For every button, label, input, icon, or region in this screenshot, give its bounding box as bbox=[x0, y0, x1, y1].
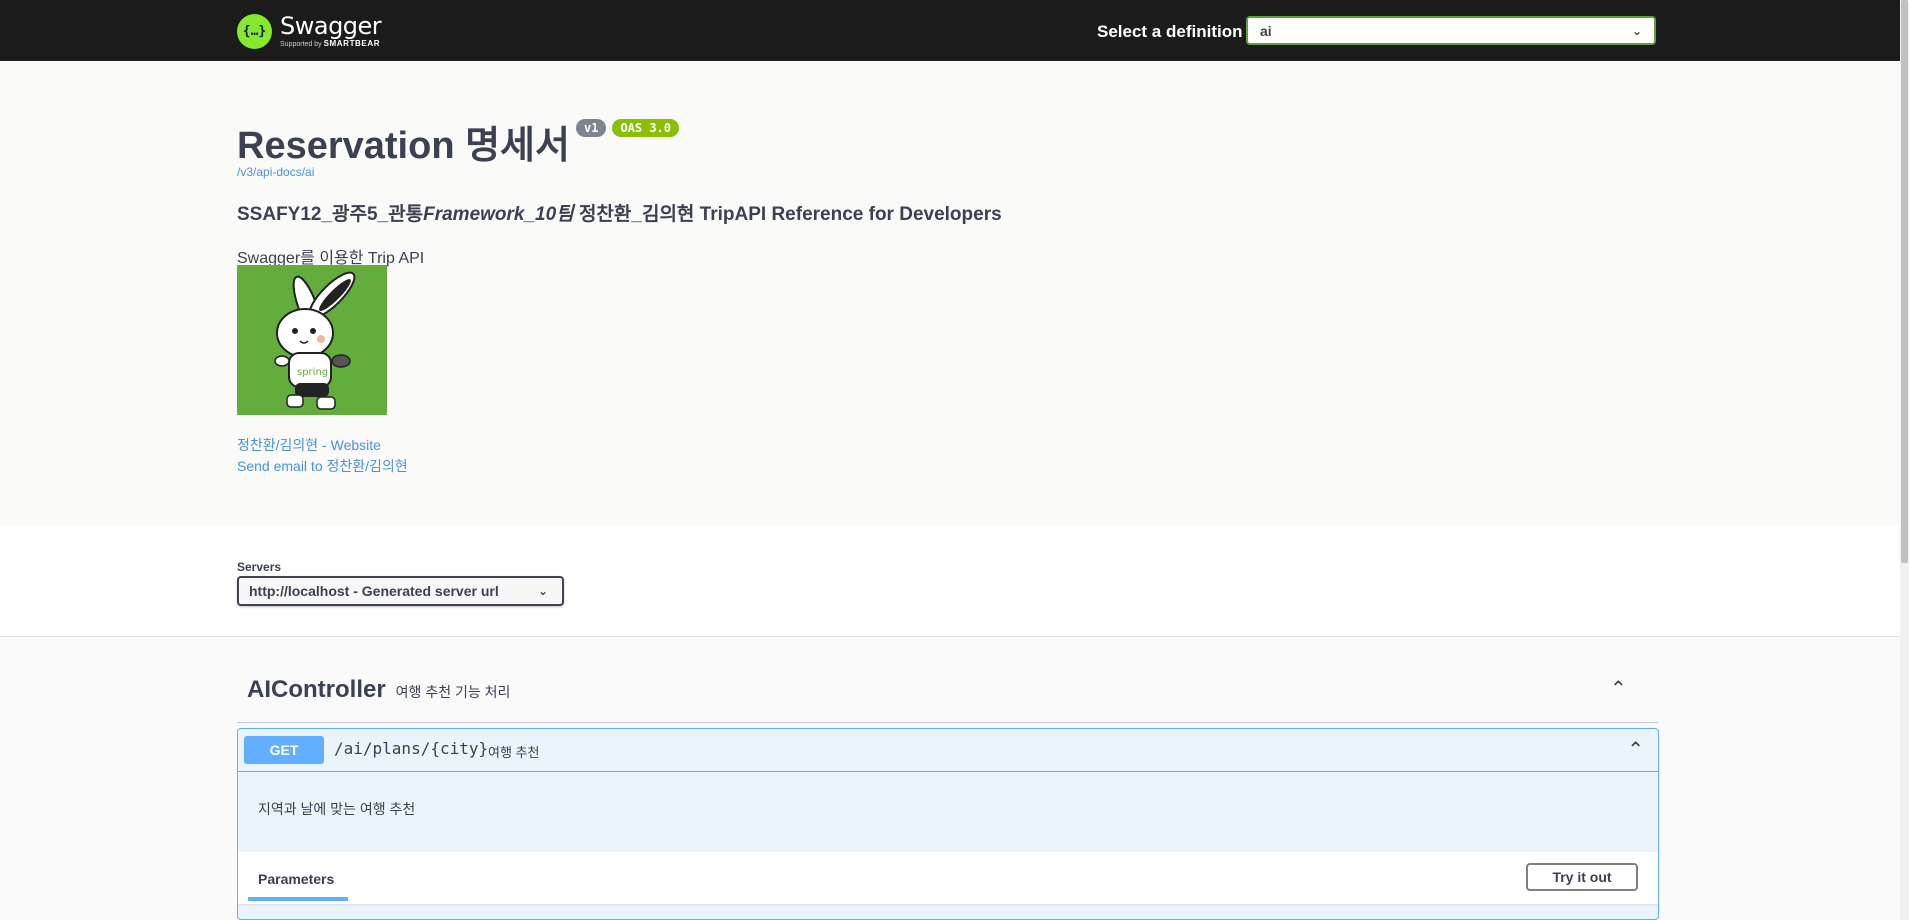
chevron-up-icon[interactable]: ⌃ bbox=[1610, 676, 1627, 701]
top-bar: {…} Swagger Supported by SMARTBEAR Selec… bbox=[0, 0, 1900, 61]
title-row: Reservation 명세서 v1 OAS 3.0 bbox=[237, 114, 680, 169]
description-title-post: 정찬환_김의현 TripAPI Reference for Developers bbox=[573, 204, 1002, 225]
definition-value: ai bbox=[1260, 22, 1272, 39]
try-it-out-button[interactable]: Try it out bbox=[1526, 863, 1638, 891]
logo-name: Swagger bbox=[280, 12, 382, 40]
servers-label: Servers bbox=[237, 560, 282, 574]
description-title-italic: Framework_10팀 bbox=[423, 204, 574, 225]
chevron-up-icon[interactable]: ⌃ bbox=[1627, 737, 1644, 762]
tag-divider bbox=[237, 722, 1658, 723]
info-section: Reservation 명세서 v1 OAS 3.0 /v3/api-docs/… bbox=[0, 61, 1900, 526]
swagger-logo-icon: {…} bbox=[237, 13, 272, 49]
scrollbar-thumb[interactable] bbox=[1901, 0, 1908, 563]
version-badge: v1 bbox=[575, 119, 607, 137]
tab-underline bbox=[248, 897, 348, 901]
logo-sub-brand: SMARTBEAR bbox=[323, 39, 381, 48]
spring-rabbit-mascot-image: spring bbox=[237, 265, 387, 415]
chevron-down-icon: ⌄ bbox=[1631, 23, 1642, 38]
chevron-down-icon: ⌄ bbox=[537, 584, 548, 598]
contact-email-link[interactable]: Send email to 정찬환/김의현 bbox=[237, 456, 408, 476]
definition-label: Select a definition bbox=[1097, 22, 1243, 41]
logo-text: Swagger Supported by SMARTBEAR bbox=[280, 12, 382, 49]
operation-block: GET /ai/plans/{city} 여행 추천 ⌃ 지역과 날에 맞는 여… bbox=[237, 728, 1659, 920]
tag-description: 여행 추천 기능 처리 bbox=[395, 684, 511, 700]
oas-badge: OAS 3.0 bbox=[612, 119, 680, 137]
operation-path: /ai/plans/{city} bbox=[334, 739, 489, 758]
description-title: SSAFY12_광주5_관통Framework_10팀 정찬환_김의현 Trip… bbox=[237, 199, 1002, 226]
contact-website-link[interactable]: 정찬환/김의현 - Website bbox=[237, 435, 381, 455]
page-title: Reservation 명세서 bbox=[237, 125, 570, 167]
tag-name: AIController bbox=[247, 676, 386, 703]
server-value: http://localhost - Generated server url bbox=[249, 583, 499, 599]
description-title-pre: SSAFY12_광주5_관통 bbox=[237, 204, 424, 225]
logo-sub-prefix: Supported by bbox=[280, 41, 322, 48]
api-docs-link[interactable]: /v3/api-docs/ai bbox=[237, 165, 314, 179]
swagger-logo[interactable]: {…} Swagger Supported by SMARTBEAR bbox=[237, 11, 382, 51]
operation-summary[interactable]: GET /ai/plans/{city} 여행 추천 ⌃ bbox=[238, 729, 1658, 772]
operation-description: 지역과 날에 맞는 여행 추천 bbox=[258, 801, 416, 817]
operation-summary-text: 여행 추천 bbox=[488, 745, 540, 760]
method-badge: GET bbox=[244, 736, 324, 764]
definition-select[interactable]: ai ⌄ bbox=[1246, 16, 1656, 45]
svg-text:spring: spring bbox=[297, 367, 328, 378]
vertical-scrollbar[interactable] bbox=[1900, 0, 1909, 920]
tab-parameters[interactable]: Parameters bbox=[258, 871, 334, 887]
server-select[interactable]: http://localhost - Generated server url … bbox=[237, 576, 564, 606]
tag-header[interactable]: AIController 여행 추천 기능 처리 bbox=[247, 676, 510, 704]
parameters-bar: Parameters Try it out bbox=[238, 852, 1658, 904]
logo-sub: Supported by SMARTBEAR bbox=[280, 39, 381, 49]
